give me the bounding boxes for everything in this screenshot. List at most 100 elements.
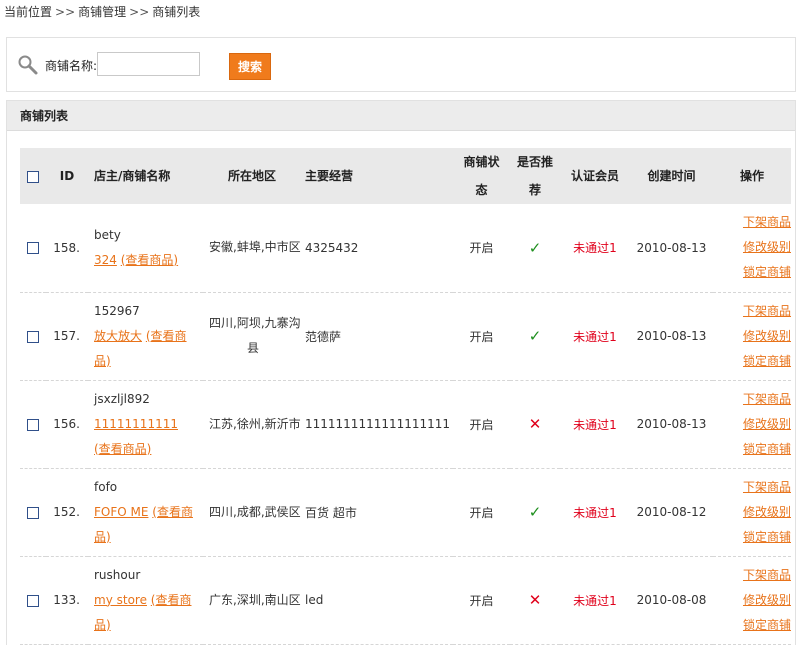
modify-level-link[interactable]: 修改级别 [713,588,791,613]
lock-shop-link[interactable]: 锁定商铺 [713,349,791,374]
breadcrumb-item-shop-management[interactable]: 商铺管理 [78,5,126,19]
row-created: 2010-08-13 [630,380,713,469]
breadcrumb-item-location: 当前位置 [4,5,53,19]
row-region-line1: 江苏,徐州,新沂市 [209,416,301,431]
table-row: 158. bety 324 (查看商品) 安徽,蚌埠,中市区 4325432 开… [20,204,791,293]
header-recommend-line2: 荐 [528,183,541,197]
search-icon [18,55,38,75]
row-status: 开启 [453,292,510,381]
row-region-line1: 安徽,蚌埠,中市区 [209,240,301,255]
shop-list-panel: 商铺列表 ID 店主/商铺名称 所在地区 主要经营 商铺状态 是否推荐 认证会员… [6,100,796,645]
unlist-goods-link[interactable]: 下架商品 [713,299,791,324]
table-header-row: ID 店主/商铺名称 所在地区 主要经营 商铺状态 是否推荐 认证会员 创建时间… [20,148,791,204]
row-region: 安徽,蚌埠,中市区 [203,204,301,293]
unlist-goods-link[interactable]: 下架商品 [713,563,791,588]
select-all-checkbox[interactable] [27,170,39,183]
row-ops: 下架商品 修改级别 锁定商铺 [713,468,791,557]
row-shop-name-link[interactable]: 324 [94,253,117,267]
row-checkbox[interactable] [27,242,39,255]
row-cert-status: 未通过1 [573,593,617,608]
unlist-goods-link[interactable]: 下架商品 [713,210,791,235]
search-button[interactable]: 搜索 [229,53,271,80]
lock-shop-link[interactable]: 锁定商铺 [713,260,791,285]
lock-shop-link[interactable]: 锁定商铺 [713,525,791,550]
row-checkbox[interactable] [27,594,39,607]
unlist-goods-link[interactable]: 下架商品 [713,387,791,412]
row-view-goods-link[interactable]: (查看商品) [94,442,151,456]
header-ops: 操作 [713,148,791,204]
header-created: 创建时间 [630,148,713,204]
row-checkbox[interactable] [27,506,39,519]
lock-shop-link[interactable]: 锁定商铺 [713,613,791,638]
lock-shop-link[interactable]: 锁定商铺 [713,437,791,462]
header-business: 主要经营 [301,148,453,204]
breadcrumb: 当前位置 >> 商铺管理 >> 商铺列表 [4,3,200,21]
row-cert-status: 未通过1 [573,241,617,256]
panel-title: 商铺列表 [7,101,795,131]
breadcrumb-item-shop-list[interactable]: 商铺列表 [152,5,200,19]
row-ops: 下架商品 修改级别 锁定商铺 [713,556,791,645]
row-business: led [301,556,453,645]
row-ops: 下架商品 修改级别 锁定商铺 [713,292,791,381]
row-shop-name-link[interactable]: my store [94,593,147,607]
row-region-line1: 广东,深圳,南山区 [209,592,301,607]
recommend-cross-icon[interactable]: ✕ [529,415,542,433]
header-recommend-line1: 是否推 [516,155,553,169]
search-input[interactable] [97,52,200,76]
breadcrumb-separator: >> [55,5,76,19]
row-region-line2: 县 [247,341,260,355]
row-status: 开启 [453,556,510,645]
row-shop-name-link[interactable]: 11111111111 [94,417,178,431]
header-status: 商铺状态 [453,148,510,204]
row-owner-cell: bety 324 (查看商品) [88,204,203,293]
recommend-check-icon[interactable]: ✓ [529,239,542,257]
row-owner-cell: fofo FOFO ME (查看商品) [88,468,203,557]
row-id: 157. [46,292,88,381]
row-checkbox[interactable] [27,330,39,343]
unlist-goods-link[interactable]: 下架商品 [713,475,791,500]
row-view-goods-link[interactable]: (查看商品) [121,253,178,267]
row-cert-status: 未通过1 [573,505,617,520]
header-select-all [20,148,46,204]
table-row: 156. jsxzljl892 11111111111 (查看商品) 江苏,徐州… [20,380,791,469]
recommend-cross-icon[interactable]: ✕ [529,591,542,609]
row-created: 2010-08-13 [630,292,713,381]
row-cert-status: 未通过1 [573,329,617,344]
row-owner: fofo [94,479,118,494]
row-region: 四川,阿坝,九寨沟县 [203,292,301,381]
header-region: 所在地区 [203,148,301,204]
modify-level-link[interactable]: 修改级别 [713,324,791,349]
row-business: 百货 超市 [301,468,453,557]
header-status-line2: 态 [475,183,488,197]
table-row: 133. rushour my store (查看商品) 广东,深圳,南山区 l… [20,556,791,645]
table-row: 157. 152967 放大放大 (查看商品) 四川,阿坝,九寨沟县 范德萨 开… [20,292,791,381]
row-business: 范德萨 [301,292,453,381]
row-ops: 下架商品 修改级别 锁定商铺 [713,380,791,469]
row-id: 156. [46,380,88,469]
row-id: 158. [46,204,88,293]
row-status: 开启 [453,204,510,293]
row-cert-status: 未通过1 [573,417,617,432]
row-region: 广东,深圳,南山区 [203,556,301,645]
row-checkbox[interactable] [27,418,39,431]
recommend-check-icon[interactable]: ✓ [529,503,542,521]
row-shop-name-link[interactable]: FOFO ME [94,505,148,519]
header-id: ID [46,148,88,204]
header-recommend: 是否推荐 [510,148,560,204]
row-owner: jsxzljl892 [94,391,150,406]
modify-level-link[interactable]: 修改级别 [713,235,791,260]
recommend-check-icon[interactable]: ✓ [529,327,542,345]
shop-table: ID 店主/商铺名称 所在地区 主要经营 商铺状态 是否推荐 认证会员 创建时间… [20,148,791,645]
header-cert: 认证会员 [560,148,630,204]
breadcrumb-separator: >> [129,5,150,19]
row-owner: bety [94,227,121,242]
row-shop-name-link[interactable]: 放大放大 [94,329,142,343]
modify-level-link[interactable]: 修改级别 [713,412,791,437]
search-box: 商铺名称: 搜索 [6,37,796,92]
search-label: 商铺名称: [45,59,98,73]
row-business: 4325432 [301,204,453,293]
modify-level-link[interactable]: 修改级别 [713,500,791,525]
row-business: 1111111111111111111 [301,380,453,469]
row-owner: rushour [94,567,141,582]
row-owner-cell: 152967 放大放大 (查看商品) [88,292,203,381]
